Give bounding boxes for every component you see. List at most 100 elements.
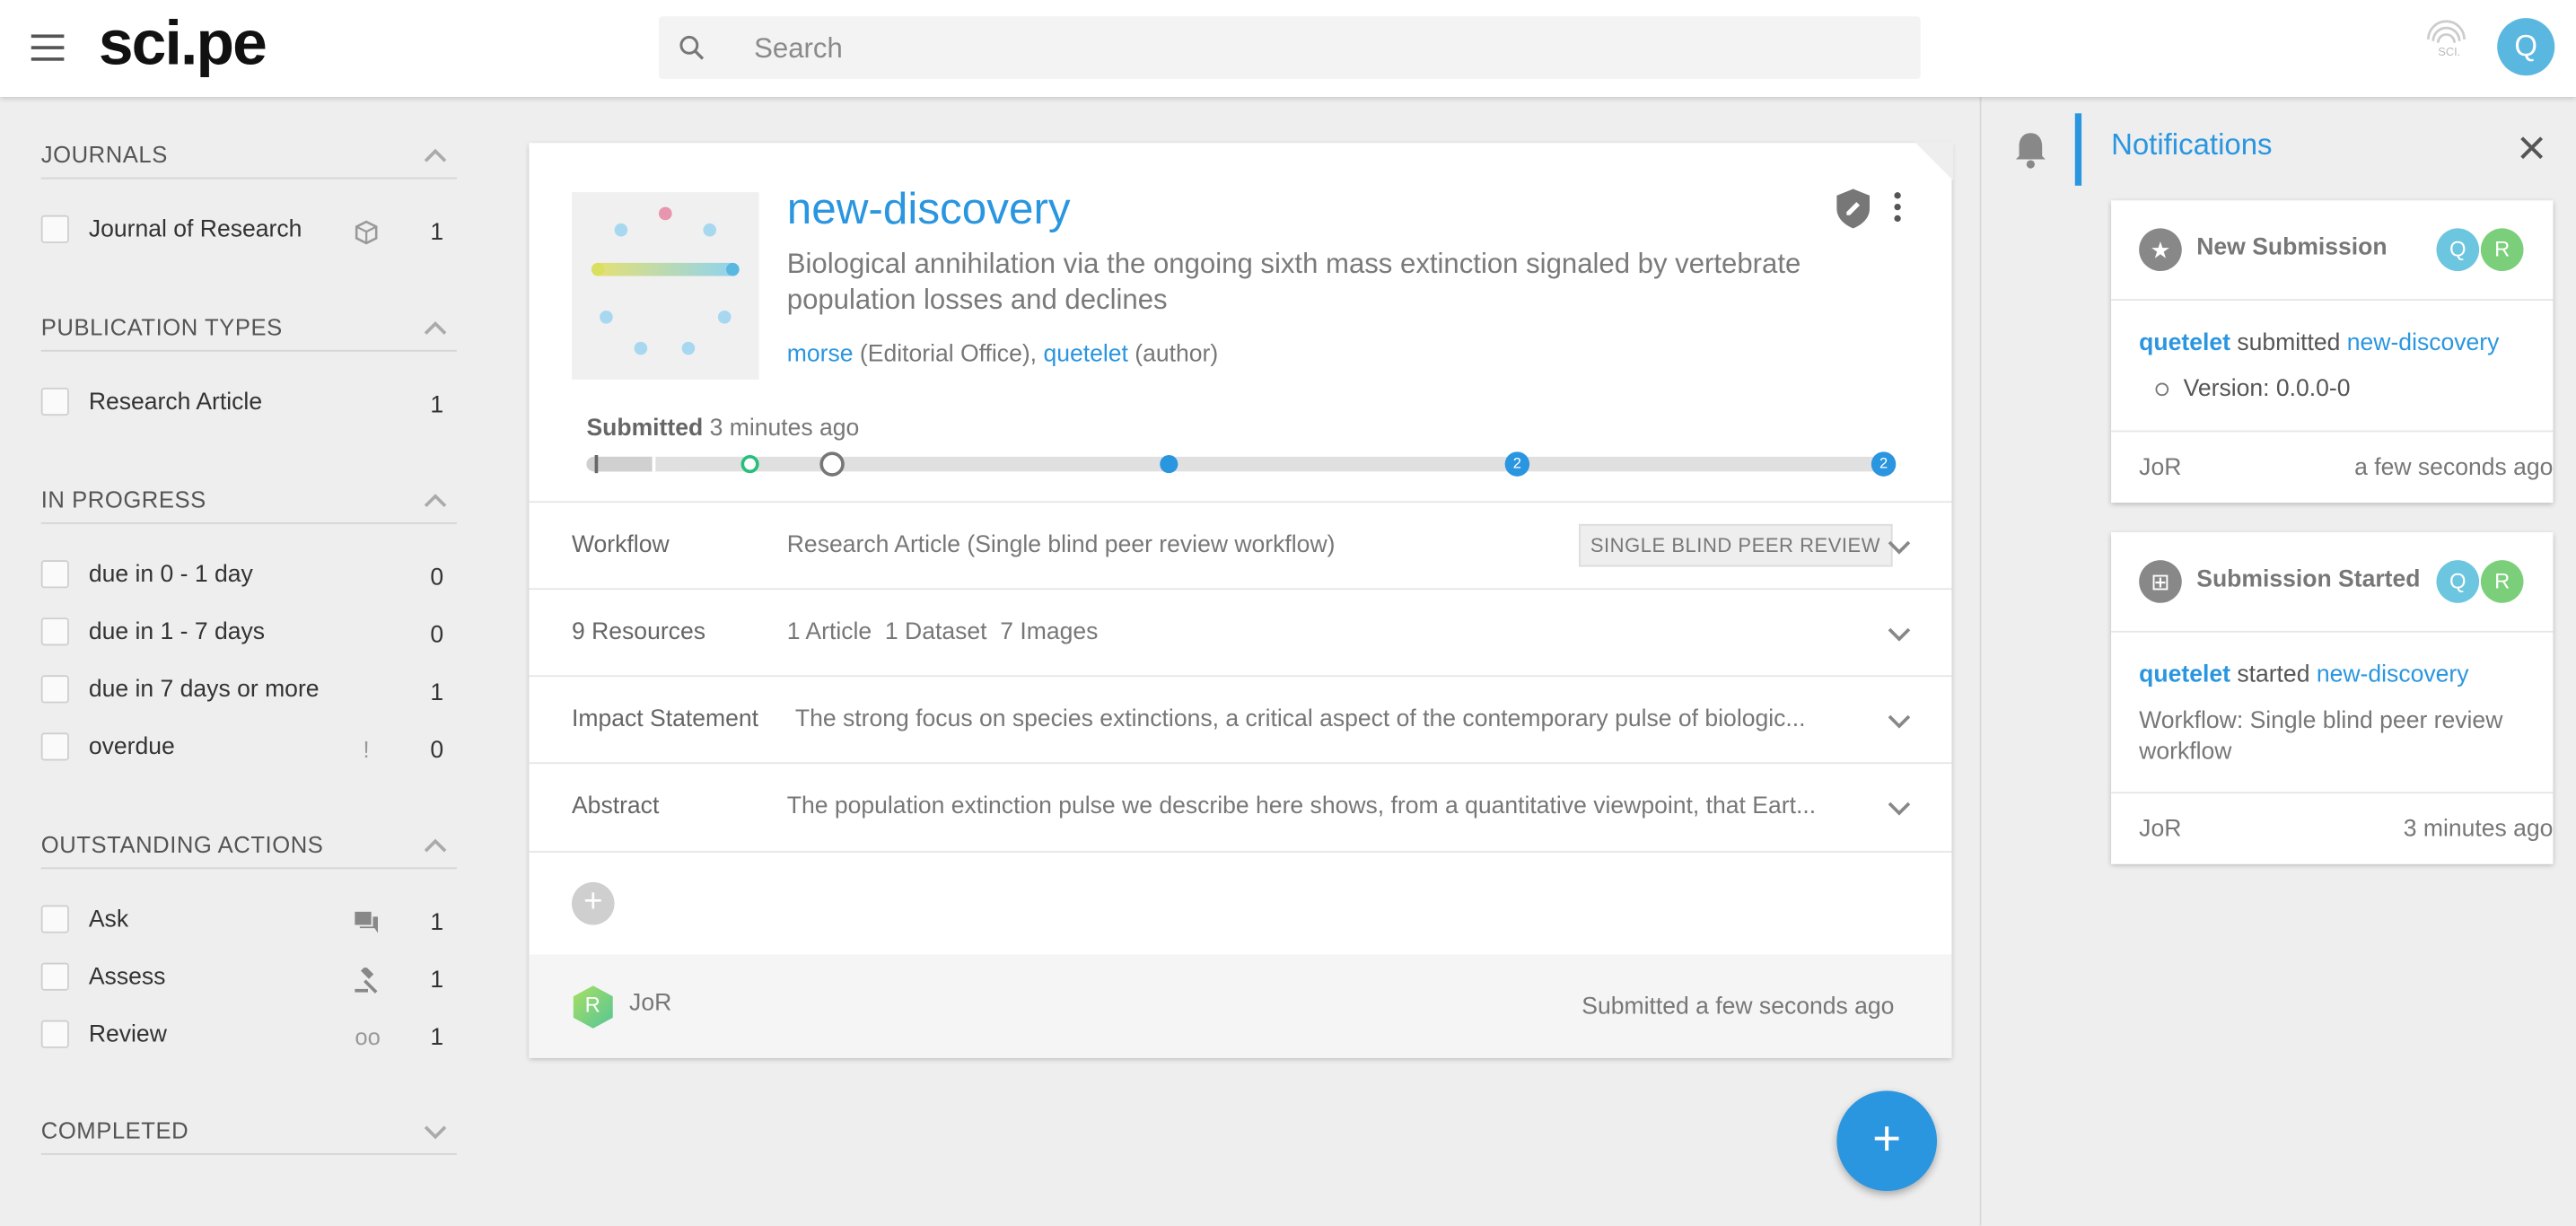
- checkbox[interactable]: [40, 962, 69, 991]
- chevron-up-icon[interactable]: [424, 835, 447, 858]
- facet-count: 0: [430, 622, 444, 650]
- chevron-up-icon[interactable]: [424, 317, 447, 340]
- chevron-down-icon[interactable]: [1888, 536, 1911, 559]
- object-link[interactable]: new-discovery: [2347, 330, 2500, 356]
- notification-journal[interactable]: JoR: [2139, 817, 2181, 843]
- star-icon: ★: [2139, 228, 2182, 272]
- chevron-down-icon[interactable]: [424, 1120, 447, 1143]
- chevron-up-icon[interactable]: [424, 144, 447, 168]
- facet-title: COMPLETED: [40, 1117, 189, 1143]
- logo[interactable]: sci.pe: [99, 10, 267, 81]
- gavel-icon: [355, 968, 378, 994]
- impact-statement-row[interactable]: Impact Statement The strong focus on spe…: [529, 675, 1952, 764]
- notification-body: quetelet started new-discovery: [2139, 661, 2468, 692]
- row-value: The strong focus on species extinctions,…: [794, 706, 1806, 733]
- shield-edit-icon[interactable]: [1834, 188, 1873, 231]
- row-key: Abstract: [571, 793, 660, 820]
- timeline-marker[interactable]: 2: [1504, 451, 1530, 477]
- notification-footer: JoR 3 minutes ago: [2111, 792, 2554, 865]
- chevron-down-icon[interactable]: [1888, 710, 1911, 733]
- submitted-status: Submitted 3 minutes ago: [586, 416, 859, 442]
- timeline-dot-current[interactable]: [819, 451, 845, 477]
- graph-thumbnail[interactable]: [571, 192, 759, 380]
- resources-row[interactable]: 9 Resources 1 Article 1 Dataset 7 Images: [529, 588, 1952, 677]
- contributor-link[interactable]: morse: [787, 342, 854, 368]
- facet-title: PUBLICATION TYPES: [40, 313, 283, 340]
- facet-item-label: due in 7 days or more: [88, 677, 320, 704]
- row-value: Research Article (Single blind peer revi…: [786, 532, 1336, 559]
- exclamation-icon: !: [363, 736, 370, 763]
- facet-item-journal-of-research[interactable]: Journal of Research 1: [40, 215, 457, 251]
- actor-link[interactable]: quetelet: [2139, 662, 2230, 688]
- timeline-dot[interactable]: [1160, 455, 1178, 474]
- facet-item-due-0-1[interactable]: due in 0 - 1 day 0: [40, 560, 457, 596]
- object-link[interactable]: new-discovery: [2317, 662, 2469, 688]
- more-vert-icon[interactable]: [1894, 192, 1901, 226]
- checkbox[interactable]: [40, 617, 69, 646]
- checkbox[interactable]: [40, 215, 69, 243]
- facet-in-progress-header[interactable]: IN PROGRESS: [40, 486, 457, 524]
- facet-item-review[interactable]: Review oo 1: [40, 1020, 457, 1056]
- journal-avatar[interactable]: R: [2480, 228, 2524, 272]
- notification-detail: Workflow: Single blind peer review workf…: [2139, 707, 2503, 766]
- search-input[interactable]: [750, 29, 1875, 69]
- menu-icon[interactable]: [31, 34, 65, 61]
- checkbox[interactable]: [40, 560, 69, 589]
- notification-verb: submitted: [2237, 329, 2341, 357]
- chevron-up-icon[interactable]: [424, 489, 447, 512]
- submission-title[interactable]: new-discovery: [787, 184, 1071, 235]
- facet-item-label: due in 0 - 1 day: [88, 561, 253, 589]
- checkbox[interactable]: [40, 1020, 69, 1048]
- notification-footer: JoR a few seconds ago: [2111, 430, 2554, 504]
- facet-item-ask[interactable]: Ask 1: [40, 905, 457, 941]
- checkbox[interactable]: [40, 387, 69, 416]
- notification-time: a few seconds ago: [2354, 455, 2554, 482]
- actor-link[interactable]: quetelet: [2139, 330, 2230, 356]
- facet-publication-types-header[interactable]: PUBLICATION TYPES: [40, 313, 457, 352]
- facet-item-label: Journal of Research: [88, 216, 302, 243]
- abstract-row[interactable]: Abstract The population extinction pulse…: [529, 762, 1952, 853]
- facet-journals-header[interactable]: JOURNALS: [40, 141, 457, 180]
- journal-avatar[interactable]: R: [2480, 560, 2524, 603]
- facet-outstanding-actions-header[interactable]: OUTSTANDING ACTIONS: [40, 831, 457, 870]
- facet-count: 1: [430, 1025, 444, 1052]
- facet-item-label: overdue: [88, 734, 175, 761]
- facet-completed-header[interactable]: COMPLETED: [40, 1117, 457, 1155]
- facet-item-research-article[interactable]: Research Article 1: [40, 387, 457, 424]
- workflow-row[interactable]: Workflow Research Article (Single blind …: [529, 501, 1952, 590]
- user-avatar[interactable]: Q: [2497, 18, 2555, 76]
- checkbox[interactable]: [40, 905, 69, 933]
- notification-card[interactable]: ⊞ Submission Started Q R quetelet starte…: [2111, 532, 2554, 865]
- chevron-down-icon[interactable]: [1888, 797, 1911, 820]
- close-icon[interactable]: [2519, 135, 2545, 161]
- user-avatar[interactable]: Q: [2436, 560, 2480, 603]
- timeline-dot[interactable]: [740, 455, 759, 474]
- notifications-title: Notifications: [2111, 127, 2273, 162]
- fingerprint-icon[interactable]: SCI.: [2422, 20, 2471, 59]
- notification-journal[interactable]: JoR: [2139, 455, 2181, 481]
- chevron-down-icon[interactable]: [1888, 623, 1911, 646]
- facet-count: 1: [430, 968, 444, 994]
- new-submission-fab[interactable]: +: [1836, 1090, 1938, 1192]
- notification-card[interactable]: ★ New Submission Q R quetelet submitted …: [2111, 200, 2554, 504]
- facet-item-assess[interactable]: Assess 1: [40, 962, 457, 999]
- journal-name[interactable]: JoR: [629, 991, 671, 1017]
- facet-item-due-1-7[interactable]: due in 1 - 7 days 0: [40, 617, 457, 653]
- contributor-link[interactable]: quetelet: [1043, 342, 1127, 368]
- contributors: morse (Editorial Office), quetelet (auth…: [787, 342, 1218, 368]
- timeline-marker[interactable]: 2: [1871, 451, 1897, 477]
- facet-item-due-7-plus[interactable]: due in 7 days or more 1: [40, 675, 457, 711]
- submission-card[interactable]: new-discovery Biological annihilation vi…: [529, 141, 1954, 1058]
- search-bar[interactable]: [658, 16, 1921, 79]
- bell-icon[interactable]: [2012, 130, 2048, 170]
- notification-title: New Submission: [2196, 234, 2388, 262]
- checkbox[interactable]: [40, 732, 69, 761]
- checkbox[interactable]: [40, 675, 69, 704]
- facet-title: IN PROGRESS: [40, 486, 206, 513]
- user-avatar[interactable]: Q: [2436, 228, 2480, 272]
- bullet-icon: [2155, 382, 2169, 397]
- notification-header: ⊞ Submission Started Q R: [2111, 532, 2554, 633]
- facet-item-overdue[interactable]: overdue ! 0: [40, 732, 457, 768]
- add-resource-button[interactable]: +: [571, 881, 615, 925]
- card-corner-fold: [1914, 141, 1954, 181]
